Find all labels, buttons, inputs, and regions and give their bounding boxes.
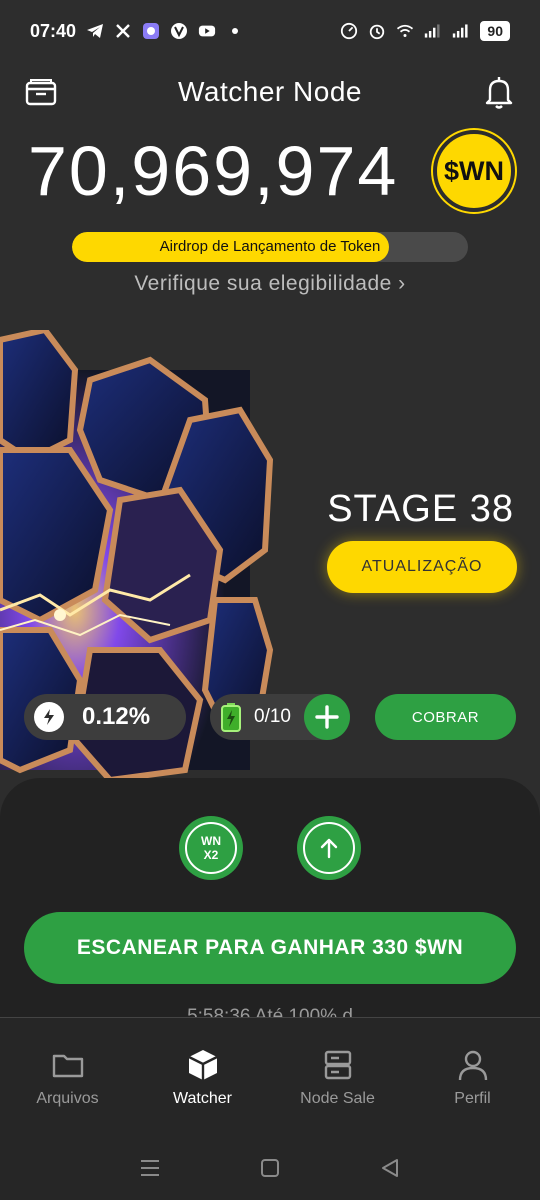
- coin-label: $WN: [444, 155, 504, 186]
- back-icon[interactable]: [378, 1156, 402, 1180]
- user-icon: [458, 1050, 487, 1081]
- more-notifications-icon: [226, 22, 244, 40]
- system-nav-bar: [0, 1135, 540, 1200]
- scan-to-earn-button[interactable]: ESCANEAR PARA GANHAR 330 $WN: [24, 912, 516, 984]
- upgrade-button[interactable]: ATUALIZAÇÃO: [327, 541, 517, 593]
- stage-title: STAGE 38: [327, 488, 514, 530]
- nav-label-node-sale: Node Sale: [300, 1090, 375, 1107]
- nav-item-watcher[interactable]: Watcher: [135, 1018, 270, 1135]
- youtube-icon: [198, 22, 216, 40]
- app-icon: [142, 22, 160, 40]
- energy-pill: 0/10: [210, 694, 350, 740]
- airdrop-label: Airdrop de Lançamento de Token: [159, 238, 381, 255]
- alarm-icon: [368, 22, 386, 40]
- boost-line1: WN: [201, 834, 221, 848]
- folder-icon: [52, 1054, 83, 1078]
- speedometer-icon: [340, 22, 358, 40]
- nav-item-perfil[interactable]: Perfil: [405, 1018, 540, 1135]
- mining-rate-value: 0.12%: [82, 703, 151, 730]
- lightning-icon: [34, 702, 64, 732]
- nav-label-watcher: Watcher: [173, 1090, 232, 1107]
- plus-icon: [315, 705, 339, 729]
- nav-label-perfil: Perfil: [454, 1090, 491, 1107]
- boost-line2: X2: [203, 848, 219, 862]
- collect-button[interactable]: COBRAR: [375, 694, 516, 740]
- airdrop-progress-bar[interactable]: Airdrop de Lançamento de Token: [72, 232, 468, 262]
- verify-eligibility-link[interactable]: Verifique sua elegibilidade ›: [0, 272, 540, 296]
- cube-icon: [187, 1050, 218, 1080]
- mining-rate-pill: 0.12%: [24, 694, 186, 740]
- bell-icon[interactable]: [482, 74, 516, 110]
- nav-label-arquivos: Arquivos: [36, 1090, 99, 1107]
- wn-coin-badge: $WN: [433, 130, 515, 212]
- recent-apps-icon[interactable]: [138, 1156, 162, 1180]
- arrow-up-icon: [303, 822, 355, 874]
- upgrade-boost-button[interactable]: [297, 816, 361, 880]
- wn-x2-boost-button[interactable]: WN X2: [179, 816, 243, 880]
- add-energy-button[interactable]: [304, 694, 350, 740]
- status-time: 07:40: [30, 20, 77, 41]
- telegram-icon: [86, 22, 104, 40]
- wallet-icon[interactable]: [24, 76, 58, 110]
- home-icon[interactable]: [258, 1156, 282, 1180]
- balance-amount: 70,969,974: [28, 132, 399, 210]
- wifi-icon: [396, 22, 414, 40]
- wn-x2-icon: WN X2: [185, 822, 237, 874]
- energy-count: 0/10: [254, 706, 291, 727]
- nav-item-node-sale[interactable]: Node Sale: [270, 1018, 405, 1135]
- signal-icon: [424, 22, 442, 40]
- nav-item-arquivos[interactable]: Arquivos: [0, 1018, 135, 1135]
- status-bar: 07:40 90: [0, 0, 540, 62]
- server-icon: [324, 1050, 351, 1080]
- bottom-nav: Arquivos Watcher Node Sale Perfil: [0, 1017, 540, 1135]
- x-icon: [114, 22, 132, 40]
- page-title: Watcher Node: [178, 76, 362, 107]
- balance-section: 70,969,974 $WN: [0, 128, 540, 214]
- battery-charge-icon: [220, 702, 242, 732]
- app-header: Watcher Node: [0, 62, 540, 122]
- signal-icon-2: [452, 22, 470, 40]
- v-app-icon: [170, 22, 188, 40]
- battery-indicator: 90: [480, 21, 510, 41]
